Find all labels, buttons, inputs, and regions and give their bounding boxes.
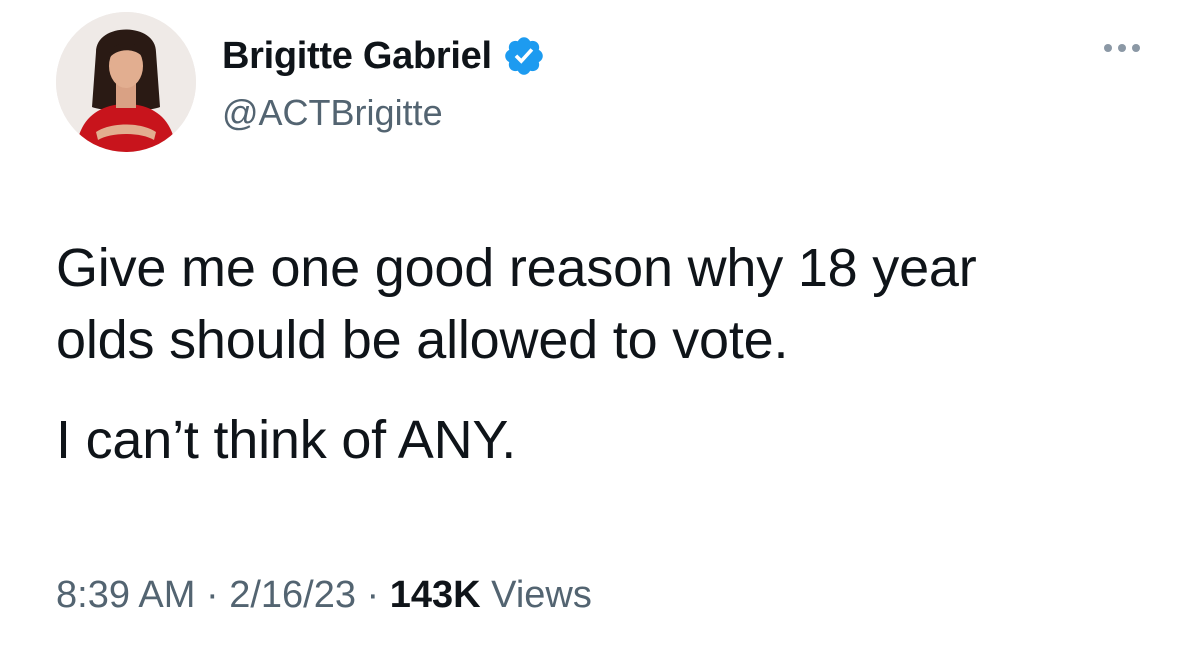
tweet-line-3: I can’t think of ANY. — [56, 410, 517, 470]
views-label: Views — [480, 574, 592, 616]
more-dot — [1132, 44, 1140, 52]
more-horizontal-icon[interactable] — [1104, 38, 1140, 58]
verified-badge-icon — [502, 34, 546, 78]
display-name[interactable]: Brigitte Gabriel — [222, 35, 492, 78]
tweet-time[interactable]: 8:39 AM — [56, 574, 195, 616]
more-dot — [1104, 44, 1112, 52]
more-dot — [1118, 44, 1126, 52]
tweet-line-1: Give me one good reason why 18 year — [56, 238, 977, 298]
tweet-text: Give me one good reason why 18 year olds… — [56, 232, 1156, 476]
tweet-line-2: olds should be allowed to vote. — [56, 310, 789, 370]
author-handle[interactable]: @ACTBrigitte — [222, 92, 443, 134]
tweet-text-line: Give me one good reason why 18 year olds… — [56, 232, 1156, 376]
meta-separator: · — [356, 574, 390, 616]
author-name-row[interactable]: Brigitte Gabriel — [222, 30, 546, 82]
tweet-date[interactable]: 2/16/23 — [229, 574, 356, 616]
profile-photo-icon — [56, 12, 196, 152]
tweet-meta: 8:39 AM · 2/16/23 · 143K Views — [56, 574, 592, 617]
meta-separator: · — [195, 574, 230, 616]
views-count[interactable]: 143K — [390, 574, 481, 616]
tweet-card: Brigitte Gabriel @ACTBrigitte Give me on… — [0, 0, 1200, 661]
avatar[interactable] — [56, 12, 196, 152]
